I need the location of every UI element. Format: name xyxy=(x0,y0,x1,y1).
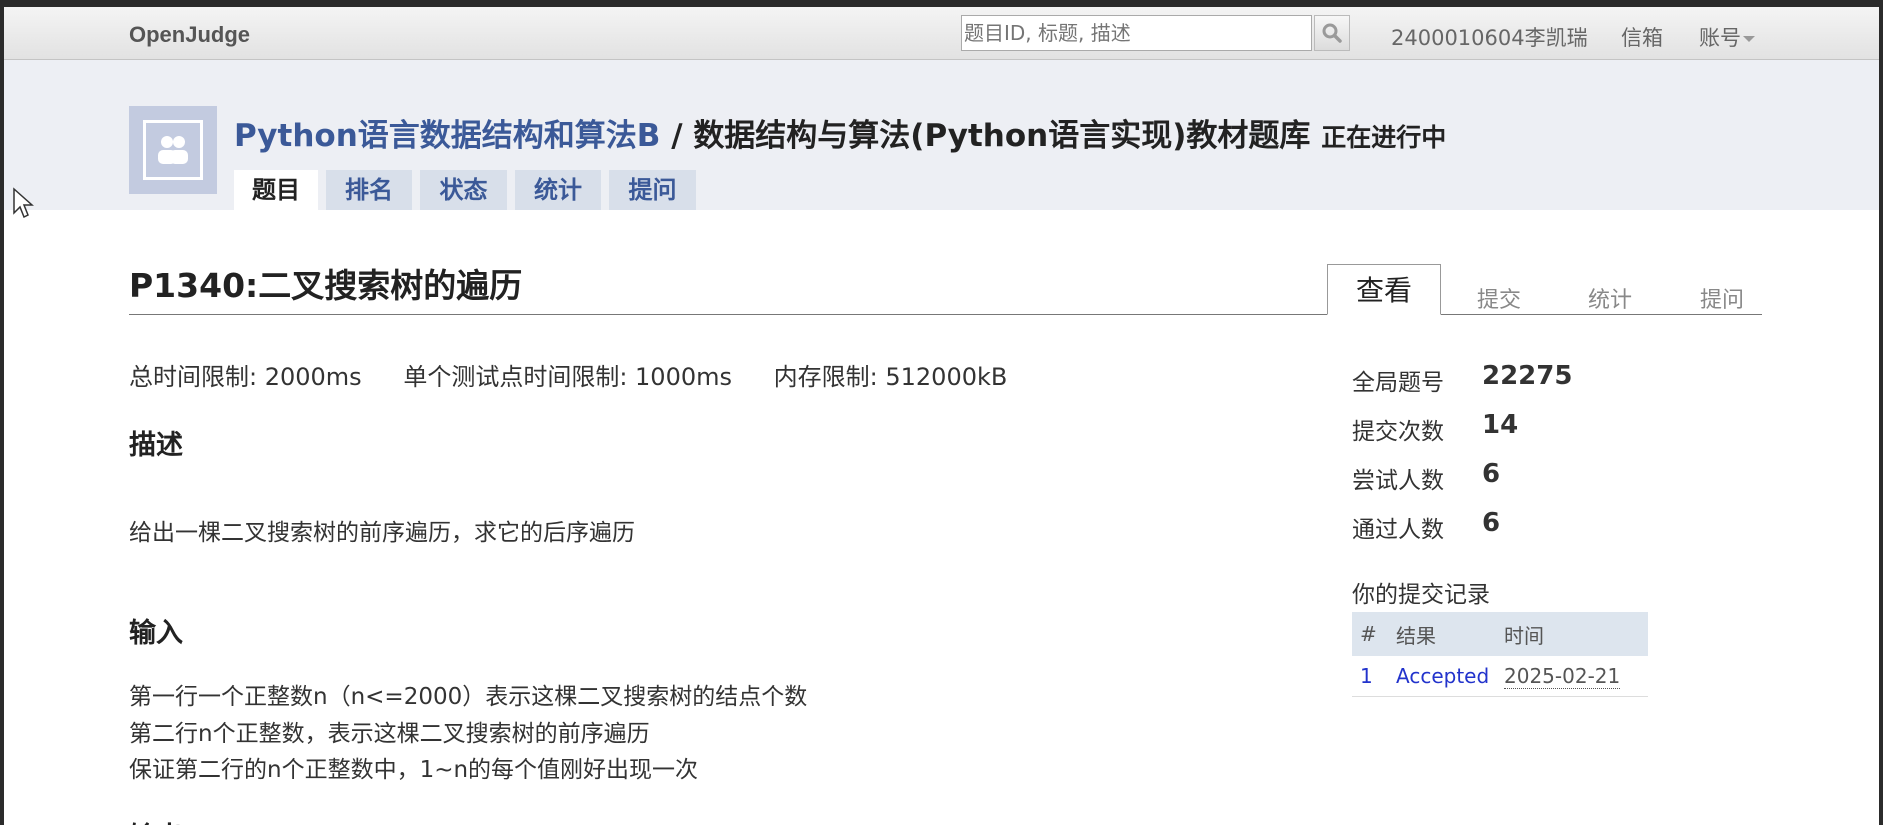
tab-statistics[interactable]: 统计 xyxy=(515,170,601,210)
tab-status[interactable]: 状态 xyxy=(420,170,507,210)
tab-problem-questions[interactable]: 提问 xyxy=(1700,282,1744,314)
mailbox-link[interactable]: 信箱 xyxy=(1621,22,1663,52)
side-tabs-divider xyxy=(1440,314,1762,315)
memory-limit: 内存限制: 512000kB xyxy=(773,363,1008,391)
record-time-cell: 2025-02-21 xyxy=(1496,656,1648,697)
input-line: 保证第二行的n个正整数中，1~n的每个值刚好出现一次 xyxy=(129,757,699,783)
tab-problems[interactable]: 题目 xyxy=(234,170,318,210)
account-label: 账号 xyxy=(1699,26,1741,50)
contest-status: 正在进行中 xyxy=(1321,123,1447,152)
problem-title: P1340:二叉搜索树的遍历 xyxy=(129,266,523,305)
tab-submit[interactable]: 提交 xyxy=(1477,282,1521,314)
breadcrumb-separator: / xyxy=(671,118,683,154)
record-number-link[interactable]: 1 xyxy=(1352,656,1388,697)
limits-line: 总时间限制: 2000ms 单个测试点时间限制: 1000ms 内存限制: 51… xyxy=(129,357,1041,392)
output-heading: 输出 xyxy=(129,815,183,825)
top-nav-bar: OpenJudge 2400010604李凯瑞 信箱 账号 xyxy=(4,7,1879,60)
description-heading: 描述 xyxy=(129,430,183,461)
tab-ranking[interactable]: 排名 xyxy=(326,170,412,210)
records-title: 你的提交记录 xyxy=(1352,582,1490,608)
avatar-frame xyxy=(143,120,203,180)
stat-value: 6 xyxy=(1482,508,1501,538)
total-time-limit: 总时间限制: 2000ms xyxy=(129,363,362,391)
course-link[interactable]: Python语言数据结构和算法B xyxy=(234,118,660,154)
contest-breadcrumb: Python语言数据结构和算法B / 数据结构与算法(Python语言实现)教材… xyxy=(234,110,1446,155)
stat-value: 22275 xyxy=(1482,361,1573,391)
site-logo[interactable]: OpenJudge xyxy=(129,22,250,48)
stat-value: 14 xyxy=(1482,410,1519,440)
input-line: 第一行一个正整数n（n<=2000）表示这棵二叉搜索树的结点个数 xyxy=(129,684,808,710)
input-line: 第二行n个正整数，表示这棵二叉搜索树的前序遍历 xyxy=(129,721,650,747)
search-button[interactable] xyxy=(1314,15,1350,51)
column-header: # xyxy=(1352,612,1388,656)
tab-problem-stats[interactable]: 统计 xyxy=(1588,282,1632,314)
stat-label: 尝试人数 xyxy=(1352,468,1444,494)
mouse-cursor-icon xyxy=(13,187,34,219)
browser-window: OpenJudge 2400010604李凯瑞 信箱 账号 xyxy=(4,7,1879,825)
group-icon xyxy=(158,136,188,164)
description-text: 给出一棵二叉搜索树的前序遍历，求它的后序遍历 xyxy=(129,520,635,546)
records-table: # 结果 时间 1 Accepted 2025-02-21 xyxy=(1352,612,1648,697)
column-header: 结果 xyxy=(1388,612,1496,656)
case-time-limit: 单个测试点时间限制: 1000ms xyxy=(403,363,733,391)
stat-label: 通过人数 xyxy=(1352,517,1444,543)
table-header-row: # 结果 时间 xyxy=(1352,612,1648,656)
record-result-link[interactable]: Accepted xyxy=(1388,656,1496,697)
group-avatar xyxy=(129,106,217,194)
search-input[interactable] xyxy=(961,15,1312,51)
column-header: 时间 xyxy=(1496,612,1648,656)
stat-label: 提交次数 xyxy=(1352,419,1444,445)
record-time: 2025-02-21 xyxy=(1504,664,1621,689)
contest-name: 数据结构与算法(Python语言实现)教材题库 xyxy=(693,118,1311,154)
input-heading: 输入 xyxy=(129,618,183,649)
chevron-down-icon xyxy=(1743,36,1755,42)
stat-label: 全局题号 xyxy=(1352,370,1444,396)
contest-header: Python语言数据结构和算法B / 数据结构与算法(Python语言实现)教材… xyxy=(4,60,1879,210)
account-menu[interactable]: 账号 xyxy=(1699,22,1755,52)
user-link[interactable]: 2400010604李凯瑞 xyxy=(1391,22,1588,52)
tab-questions[interactable]: 提问 xyxy=(609,170,696,210)
tab-view[interactable]: 查看 xyxy=(1327,264,1441,315)
search-icon xyxy=(1322,23,1342,43)
table-row: 1 Accepted 2025-02-21 xyxy=(1352,656,1648,697)
stat-value: 6 xyxy=(1482,459,1501,489)
title-divider xyxy=(129,314,1328,315)
